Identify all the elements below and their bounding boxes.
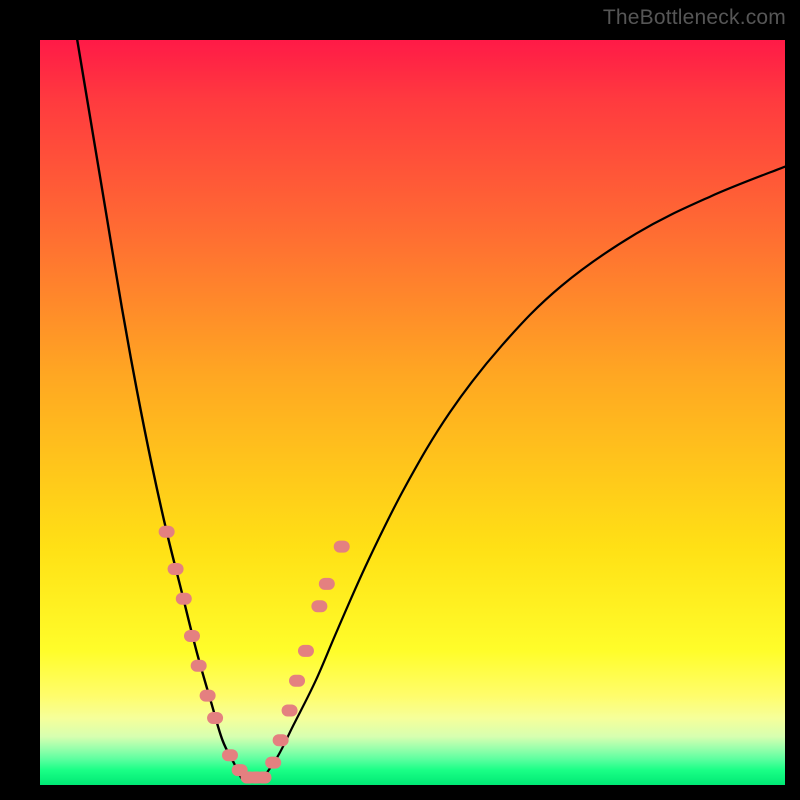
chart-svg [40, 40, 785, 785]
data-marker [298, 645, 314, 657]
right-curve [264, 167, 786, 778]
data-marker [168, 563, 184, 575]
data-marker [176, 593, 192, 605]
chart-plot-area [40, 40, 785, 785]
data-marker [256, 772, 272, 784]
data-marker [334, 541, 350, 553]
data-marker [191, 660, 207, 672]
data-marker [222, 749, 238, 761]
left-curve [77, 40, 241, 778]
data-marker [289, 675, 305, 687]
data-marker [311, 600, 327, 612]
right-curve-path [264, 167, 786, 778]
data-marker [207, 712, 223, 724]
watermark-text: TheBottleneck.com [603, 6, 786, 30]
data-marker [184, 630, 200, 642]
data-marker [159, 526, 175, 538]
data-marker [265, 757, 281, 769]
data-marker [273, 734, 289, 746]
chart-frame: TheBottleneck.com [0, 0, 800, 800]
data-marker [282, 705, 298, 717]
data-marker [200, 690, 216, 702]
left-curve-path [77, 40, 241, 778]
data-marker [319, 578, 335, 590]
data-markers [159, 526, 350, 784]
